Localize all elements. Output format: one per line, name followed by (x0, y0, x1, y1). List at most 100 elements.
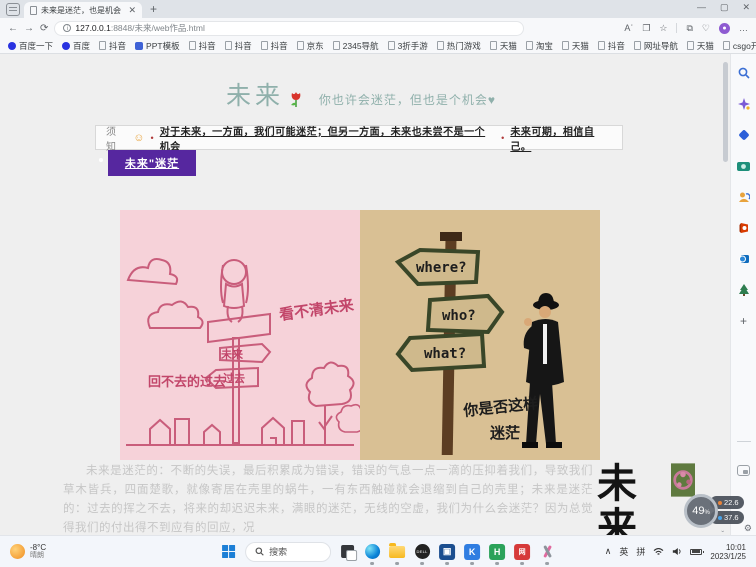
notice-bar: 须知 ☺ • 对于未来，一方面，我们可能迷茫；但另一方面，未来也未尝不是一个机会… (95, 125, 623, 150)
system-tray: ∧ 英 拼 10:01 2023/1/25 (605, 543, 746, 561)
notice-link-2[interactable]: 未来可期，相信自己。 (510, 123, 612, 153)
bookmark-item[interactable]: PPT模板 (135, 40, 180, 52)
bookmark-item[interactable]: 天猫 (687, 40, 714, 52)
window-close-button[interactable]: ✕ (742, 2, 750, 13)
sidebar-office-icon[interactable] (737, 221, 751, 235)
bookmark-item[interactable]: 抖音 (598, 40, 625, 52)
bookmark-item[interactable]: 京东 (297, 40, 324, 52)
taskbar-h-app[interactable]: H (488, 543, 506, 561)
forward-button[interactable]: → (24, 23, 34, 34)
h-app-icon: H (489, 544, 505, 560)
page-icon (598, 41, 605, 50)
scrollbar-thumb[interactable] (723, 62, 728, 162)
search-icon (255, 547, 264, 556)
list-bullet (99, 158, 103, 162)
tab-strip: 未来是迷茫，也是机会 ✕ + — ▢ ✕ (0, 0, 756, 18)
tab-close-icon[interactable]: ✕ (128, 5, 136, 16)
page-icon (99, 41, 106, 50)
performance-float-widget[interactable]: 22.6 37.6 49% ⚙ ˇ (684, 492, 750, 532)
browser-tab[interactable]: 未来是迷茫，也是机会 ✕ (24, 2, 142, 18)
sign-what-label: what? (424, 346, 466, 362)
favorites-icon[interactable]: ☆ (659, 23, 667, 34)
collections-icon[interactable]: ⧉ (686, 23, 692, 34)
widget-collapse-chevron-icon[interactable]: ˇ (721, 530, 724, 535)
taskbar-red-app[interactable]: 网 (513, 543, 531, 561)
taskbar-clock[interactable]: 10:01 2023/1/25 (710, 543, 746, 561)
sidebar-tools-icon[interactable] (737, 159, 751, 173)
ime-pinyin-indicator[interactable]: 拼 (636, 545, 645, 558)
bookmark-item[interactable]: 抖音 (225, 40, 252, 52)
notice-link-1[interactable]: 对于未来，一方面，我们可能迷茫；但另一方面，未来也未尝不是一个机会 (160, 123, 495, 153)
sidebar-games-icon[interactable] (737, 190, 751, 204)
sign-where-label: where? (416, 260, 467, 276)
edge-icon (365, 544, 380, 559)
page-title: 未来 你也许会迷茫，但也是个机会♥ (0, 76, 722, 112)
bookmark-item[interactable]: 淘宝 (526, 40, 553, 52)
bookmark-item[interactable]: 抖音 (189, 40, 216, 52)
bookmark-item[interactable]: 百度 (62, 40, 90, 52)
tray-overflow-chevron-icon[interactable]: ∧ (605, 546, 612, 557)
bookmark-item[interactable]: 网址导航 (634, 40, 678, 52)
toolbar-divider (676, 23, 677, 33)
back-button[interactable]: ← (8, 23, 18, 34)
sidebar-tree-icon[interactable] (737, 283, 751, 297)
bookmark-item[interactable]: 抖音 (261, 40, 288, 52)
page-icon (261, 41, 268, 50)
bookmark-item[interactable]: 2345导航 (333, 40, 379, 52)
window-maximize-button[interactable]: ▢ (720, 2, 729, 13)
window-minimize-button[interactable]: — (697, 2, 706, 13)
start-button[interactable] (220, 543, 238, 561)
sidebar-add-icon[interactable]: + (737, 314, 751, 328)
bookmark-item[interactable]: 抖音 (99, 40, 126, 52)
refresh-button[interactable]: ⟳ (40, 23, 48, 34)
task-view-button[interactable] (338, 543, 356, 561)
page-icon (189, 41, 196, 50)
tab-actions-icon[interactable] (6, 3, 20, 16)
widget-settings-gear-icon[interactable]: ⚙ (744, 523, 752, 534)
battery-icon[interactable] (690, 549, 702, 555)
more-menu-icon[interactable]: … (739, 23, 748, 33)
volume-icon[interactable] (672, 547, 682, 556)
future-calligraphy: 未来 (597, 462, 669, 535)
bookmark-item[interactable]: 天猫 (562, 40, 589, 52)
page-scrollbar[interactable] (722, 54, 729, 535)
usage-percent-ball[interactable]: 49% (684, 494, 718, 528)
sign-future-label: 未来 (220, 347, 244, 361)
picture-in-picture-icon[interactable] (737, 465, 750, 476)
browser-essentials-icon[interactable]: ♡ (702, 23, 710, 34)
taskbar-edge[interactable] (363, 543, 381, 561)
notice-label: 须知 (106, 123, 127, 153)
taskbar-k-app[interactable]: K (463, 543, 481, 561)
taskbar-search[interactable]: 搜索 (245, 542, 331, 562)
sidebar-search-icon[interactable] (737, 66, 751, 80)
url-host: 127.0.0.1 (75, 23, 110, 33)
taskbar-file-explorer[interactable] (388, 543, 406, 561)
rose-icon (288, 88, 304, 108)
tan-signpost-illustration: where? who? what? (360, 210, 600, 460)
site-info-icon[interactable]: i (63, 24, 71, 32)
sidebar-shopping-icon[interactable] (737, 128, 751, 142)
file-explorer-icon (389, 546, 405, 558)
url-path: :8848/未来/web作品.html (111, 23, 205, 33)
new-tab-button[interactable]: + (150, 2, 157, 16)
read-aloud-icon[interactable]: Aʾ (624, 23, 633, 33)
split-screen-icon[interactable]: ❐ (642, 23, 650, 34)
bookmark-item[interactable]: 天猫 (490, 40, 517, 52)
taskbar-blue-app[interactable]: ▣ (438, 543, 456, 561)
future-confusion-button[interactable]: 未来"迷茫 (108, 150, 196, 176)
address-bar[interactable]: i 127.0.0.1:8848/未来/web作品.html (54, 21, 524, 36)
bookmark-item[interactable]: 百度一下 (8, 40, 53, 52)
bookmark-item[interactable]: 热门游戏 (437, 40, 481, 52)
ime-english-indicator[interactable]: 英 (619, 545, 628, 558)
profile-avatar[interactable]: ● (719, 23, 730, 34)
bookmark-item[interactable]: 3折手游 (388, 40, 428, 52)
taskbar-dell-app[interactable]: DELL (413, 543, 431, 561)
taskbar-tool-app[interactable] (538, 543, 556, 561)
bookmark-item[interactable]: csgo开箱 (723, 40, 756, 52)
sun-icon (10, 544, 25, 559)
sidebar-outlook-icon[interactable] (737, 252, 751, 266)
sidebar-discover-icon[interactable] (737, 97, 751, 111)
essay-decoration: 未来 (597, 462, 695, 510)
wifi-icon[interactable] (653, 547, 664, 556)
taskbar-weather-widget[interactable]: -8°C 晴朗 (10, 544, 46, 560)
